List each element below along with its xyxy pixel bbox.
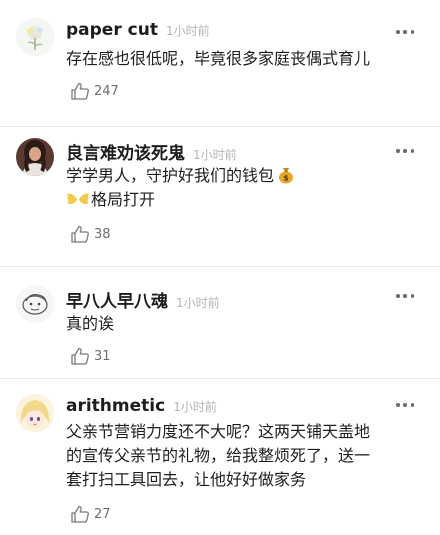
comment-text-line: 套打扫工具回去，让他好好做家务 (66, 470, 307, 489)
woman-portrait-avatar-icon[interactable] (16, 138, 54, 176)
comment-header: 早八人早八魂 1小时前 (66, 287, 420, 312)
comment-text: 存在感也很低呢，毕竟很多家庭丧偶式育儿 (66, 47, 416, 71)
more-options-icon[interactable] (396, 146, 414, 156)
flower-avatar-icon[interactable] (16, 18, 54, 56)
comment-text-line: 真的诶 (66, 314, 115, 333)
comment-item: paper cut 1小时前 存在感也很低呢，毕竟很多家庭丧偶式育儿 247 (0, 0, 440, 127)
comment-time: 1小时前 (193, 148, 237, 162)
svg-text:$: $ (283, 174, 289, 183)
thumbs-up-icon (71, 225, 89, 243)
like-count: 31 (94, 348, 111, 364)
comment-text: 真的诶 (66, 312, 416, 336)
comment-author[interactable]: 良言难劝该死鬼 (66, 139, 185, 164)
like-count: 247 (94, 83, 119, 99)
comment-time: 1小时前 (176, 296, 220, 310)
comment-text: 父亲节营销力度还不大呢？这两天铺天盖地 的宣传父亲节的礼物，给我整烦死了，送一 … (66, 420, 416, 492)
comment-item: arithmetic 1小时前 父亲节营销力度还不大呢？这两天铺天盖地 的宣传父… (0, 379, 440, 535)
comment-text-line-wrap: 格局打开 (66, 188, 416, 212)
cartoon-sketch-avatar-icon[interactable] (16, 285, 54, 323)
thumbs-up-icon (71, 82, 89, 100)
thumbs-up-icon (71, 505, 89, 523)
comment-text-line: 的宣传父亲节的礼物，给我整烦死了，送一 (66, 446, 371, 465)
like-count: 27 (94, 506, 111, 522)
comment-author[interactable]: paper cut (66, 20, 158, 40)
like-count: 38 (94, 226, 111, 242)
comment-header: paper cut 1小时前 (66, 20, 420, 42)
comment-time: 1小时前 (173, 400, 217, 414)
comment-header: 良言难劝该死鬼 1小时前 (66, 139, 420, 164)
like-button[interactable]: 247 (70, 82, 119, 100)
anime-girl-avatar-icon[interactable] (16, 394, 54, 432)
comment-list: paper cut 1小时前 存在感也很低呢，毕竟很多家庭丧偶式育儿 247 良… (0, 0, 440, 535)
comment-text-line: 学学男人，守护好我们的钱包 (66, 166, 275, 185)
comment-item: 良言难劝该死鬼 1小时前 学学男人，守护好我们的钱包 $ 格局打开 38 (0, 127, 440, 267)
comment-text-line-wrap: 学学男人，守护好我们的钱包 $ (66, 164, 416, 188)
money-bag-icon: $ (279, 168, 294, 184)
comment-text: 学学男人，守护好我们的钱包 $ 格局打开 (66, 164, 416, 212)
comment-author[interactable]: 早八人早八魂 (66, 287, 168, 312)
comment-item: 早八人早八魂 1小时前 真的诶 31 (0, 267, 440, 379)
comment-text-line: 存在感也很低呢，毕竟很多家庭丧偶式育儿 (66, 49, 371, 68)
more-options-icon[interactable] (396, 291, 414, 301)
like-button[interactable]: 31 (70, 347, 111, 365)
like-button[interactable]: 27 (70, 505, 111, 523)
comment-text-line: 格局打开 (91, 190, 156, 209)
like-button[interactable]: 38 (70, 225, 111, 243)
comment-header: arithmetic 1小时前 (66, 396, 420, 418)
comment-author[interactable]: arithmetic (66, 396, 165, 416)
comment-time: 1小时前 (165, 24, 210, 38)
thumbs-up-icon (71, 347, 89, 365)
wings-icon (67, 193, 89, 204)
more-options-icon[interactable] (396, 400, 414, 410)
more-options-icon[interactable] (396, 27, 414, 37)
comment-text-line: 父亲节营销力度还不大呢？这两天铺天盖地 (66, 422, 371, 441)
